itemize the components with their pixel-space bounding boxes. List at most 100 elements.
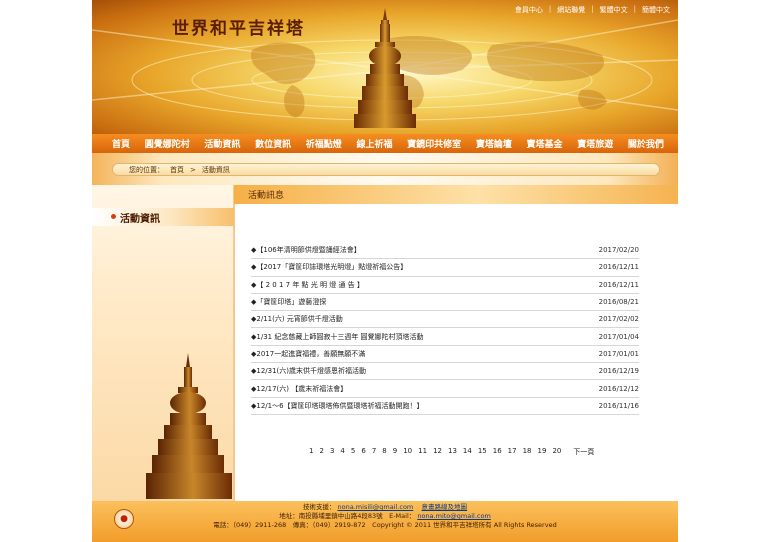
sidebar-stupa-image	[146, 353, 232, 499]
nav-item-online-prayer[interactable]: 線上祈福	[356, 137, 392, 150]
news-date: 2016/08/21	[598, 298, 639, 307]
news-date: 2016/12/12	[598, 384, 639, 393]
breadcrumb-current: 活動資訊	[201, 165, 230, 174]
top-link-traditional[interactable]: 繁體中文	[600, 5, 628, 15]
footer-support-label: 技術支援：	[302, 503, 336, 511]
page-link[interactable]: 7	[372, 447, 376, 457]
list-item: ◆1/31 紀念慈藏上師圓寂十三週年 圓覺娜陀村頂塔活動 2017/01/04	[251, 328, 639, 346]
footer-line-3: 電話：（049）2911-268 傳真：（049）2919-872 Copyri…	[213, 521, 557, 529]
news-date: 2016/12/19	[598, 367, 639, 376]
sidebar-title: 活動資訊	[120, 213, 160, 225]
news-title-link[interactable]: ◆「寶筐印塔」遊藝澄探	[251, 297, 326, 307]
bullet-icon	[110, 213, 117, 220]
news-date: 2017/01/04	[598, 332, 639, 341]
footer-email[interactable]: nona.mito@gmail.com	[417, 512, 490, 520]
nav-item-lamp[interactable]: 祈福點燈	[306, 137, 342, 150]
page-link[interactable]: 9	[393, 447, 397, 457]
breadcrumb-label: 您的位置：	[129, 165, 164, 174]
breadcrumb-band: 您的位置： 首頁 > 活動資訊	[92, 153, 678, 185]
nav-item-about[interactable]: 關於我們	[628, 137, 664, 150]
page-link[interactable]: 20	[552, 447, 561, 457]
list-item: ◆【106年清明節供燈暨誦經法會】 2017/02/20	[251, 242, 639, 260]
list-item: ◆2017一起進寶福禮，善願無願不滿 2017/01/01	[251, 346, 639, 364]
nav-item-events[interactable]: 活動資訊	[204, 137, 240, 150]
footer-map-link[interactable]: 意畫路線及地圖	[422, 503, 468, 511]
page-link[interactable]: 8	[382, 447, 386, 457]
breadcrumb-home[interactable]: 首頁	[170, 165, 184, 175]
list-item: ◆【 2 0 1 7 年 點 光 明 燈 通 告 】 2016/12/11	[251, 277, 639, 294]
content-title: 活動訊息	[248, 191, 285, 201]
page-link[interactable]: 17	[508, 447, 517, 457]
page-link[interactable]: 2	[319, 447, 323, 457]
news-title-link[interactable]: ◆12/17(六) 【歲末祈福法會】	[251, 384, 347, 394]
page-link[interactable]: 19	[538, 447, 547, 457]
top-link-simplified[interactable]: 簡體中文	[642, 5, 670, 15]
news-title-link[interactable]: ◆12/1～6【寶筐印塔環塔佈供暨環塔祈福活動開跑！】	[251, 401, 424, 411]
nav-item-village[interactable]: 圓覺娜陀村	[145, 137, 190, 150]
page-link[interactable]: 1	[309, 447, 313, 457]
footer-line-1: 技術支援： nona.misili@gmail.com 意畫路線及地圖	[92, 503, 678, 512]
list-item: ◆「寶筐印塔」遊藝澄探 2016/08/21	[251, 294, 639, 312]
news-title-link[interactable]: ◆【 2 0 1 7 年 點 光 明 燈 通 告 】	[251, 280, 364, 290]
divider: |	[591, 5, 594, 13]
list-item: ◆12/17(六) 【歲末祈福法會】 2016/12/12	[251, 380, 639, 398]
page-wrapper: 世界和平吉祥塔 會員中心 | 網站聯覺 | 繁體中文 | 簡體中文 首頁 圓覺娜…	[92, 0, 678, 542]
page-link[interactable]: 11	[418, 447, 427, 457]
main-area: 活動資訊 活動訊息 ◆【106年清明節供燈暨誦經法會】 2017/02/20 ◆…	[92, 185, 678, 501]
nav-item-travel[interactable]: 寶塔旅遊	[577, 137, 613, 150]
nav-item-forum[interactable]: 寶塔論壇	[476, 137, 512, 150]
footer: ● 技術支援： nona.misili@gmail.com 意畫路線及地圖 地址…	[92, 501, 678, 542]
top-links: 會員中心 | 網站聯覺 | 繁體中文 | 簡體中文	[515, 5, 670, 15]
news-title-link[interactable]: ◆【2017「寶筐印誌環塔光明燈」點燈祈福公告】	[251, 262, 407, 272]
page-link[interactable]: 4	[340, 447, 344, 457]
top-link-member[interactable]: 會員中心	[515, 5, 543, 15]
page-link[interactable]: 3	[330, 447, 334, 457]
news-date: 2016/12/11	[598, 263, 639, 272]
sidebar: 活動資訊	[92, 185, 234, 501]
pagination: 1 2 3 4 5 6 7 8 9 10 11 12 13 14 15 16 1…	[309, 447, 594, 457]
news-date: 2017/01/01	[598, 349, 639, 358]
top-link-site[interactable]: 網站聯覺	[557, 5, 585, 15]
news-title-link[interactable]: ◆【106年清明節供燈暨誦經法會】	[251, 245, 361, 255]
next-page-link[interactable]: 下一頁	[573, 447, 594, 457]
list-item: ◆【2017「寶筐印誌環塔光明燈」點燈祈福公告】 2016/12/11	[251, 259, 639, 277]
footer-support-email[interactable]: nona.misili@gmail.com	[338, 503, 414, 511]
list-item: ◆2/11(六) 元宵節供千燈活動 2017/02/02	[251, 311, 639, 329]
nav-item-home[interactable]: 首頁	[112, 137, 130, 150]
news-list: ◆【106年清明節供燈暨誦經法會】 2017/02/20 ◆【2017「寶筐印誌環…	[251, 242, 639, 415]
news-title-link[interactable]: ◆2/11(六) 元宵節供千燈活動	[251, 314, 343, 324]
news-date: 2016/11/16	[598, 401, 639, 410]
nav-item-fund[interactable]: 寶塔基金	[527, 137, 563, 150]
page-link[interactable]: 6	[361, 447, 365, 457]
news-date: 2017/02/02	[598, 315, 639, 324]
news-title-link[interactable]: ◆1/31 紀念慈藏上師圓寂十三週年 圓覺娜陀村頂塔活動	[251, 332, 424, 342]
page-link[interactable]: 5	[351, 447, 355, 457]
page-link[interactable]: 15	[478, 447, 487, 457]
footer-address: 地址：南投縣埔里鎮中山路4段83號 E-Mail：	[279, 512, 416, 520]
divider: |	[633, 5, 636, 13]
page-link[interactable]: 16	[493, 447, 502, 457]
divider: |	[548, 5, 552, 13]
news-title-link[interactable]: ◆12/31(六)歲末供千燈感恩祈福活動	[251, 366, 366, 376]
header-banner: 世界和平吉祥塔 會員中心 | 網站聯覺 | 繁體中文 | 簡體中文	[92, 0, 678, 134]
news-title-link[interactable]: ◆2017一起進寶福禮，善願無願不滿	[251, 349, 365, 359]
page-link[interactable]: 18	[523, 447, 532, 457]
nav-item-digital[interactable]: 數位資訊	[255, 137, 291, 150]
footer-line-2: 地址：南投縣埔里鎮中山路4段83號 E-Mail： nona.mito@gmai…	[92, 512, 678, 521]
nav-item-practice-room[interactable]: 寶鏡印共修室	[407, 137, 461, 150]
breadcrumb-separator: >	[190, 165, 196, 174]
list-item: ◆12/1～6【寶筐印塔環塔佈供暨環塔祈福活動開跑！】 2016/11/16	[251, 398, 639, 415]
person-icon: ●	[114, 509, 134, 529]
sidebar-title-bar[interactable]: 活動資訊	[92, 208, 234, 226]
page-link[interactable]: 12	[433, 447, 442, 457]
main-nav: 首頁 圓覺娜陀村 活動資訊 數位資訊 祈福點燈 線上祈福 寶鏡印共修室 寶塔論壇…	[92, 134, 678, 153]
page-link[interactable]: 10	[403, 447, 412, 457]
page-link[interactable]: 14	[463, 447, 472, 457]
stupa-image	[354, 8, 416, 128]
news-date: 2016/12/11	[598, 280, 639, 289]
news-date: 2017/02/20	[598, 246, 639, 255]
page-link[interactable]: 13	[448, 447, 457, 457]
content-panel: ◆【106年清明節供燈暨誦經法會】 2017/02/20 ◆【2017「寶筐印誌環…	[234, 204, 678, 501]
site-title[interactable]: 世界和平吉祥塔	[172, 14, 305, 39]
list-item: ◆12/31(六)歲末供千燈感恩祈福活動 2016/12/19	[251, 363, 639, 381]
